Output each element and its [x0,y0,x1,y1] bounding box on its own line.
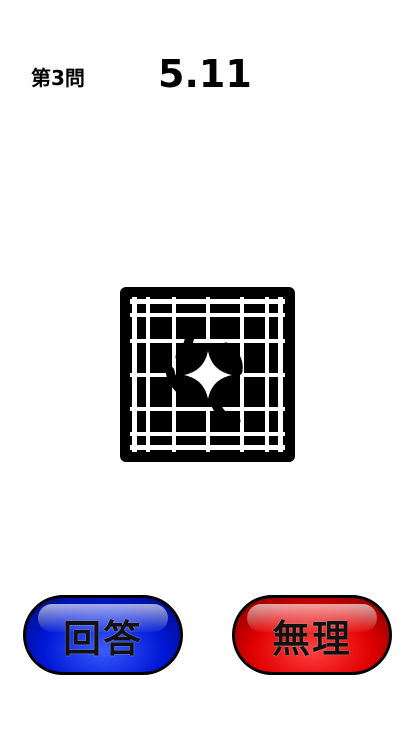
answer-button-label: 回答 [62,616,143,661]
timer: 5.11 [158,52,252,96]
kanji-grid-puzzle-image [120,287,295,462]
game-screen: 第3問 5.11 回答 無理 [0,0,414,736]
give-up-button-label: 無理 [271,616,352,661]
question-number: 第3問 [31,66,85,90]
answer-button[interactable]: 回答 [23,595,183,675]
give-up-button[interactable]: 無理 [232,595,392,675]
